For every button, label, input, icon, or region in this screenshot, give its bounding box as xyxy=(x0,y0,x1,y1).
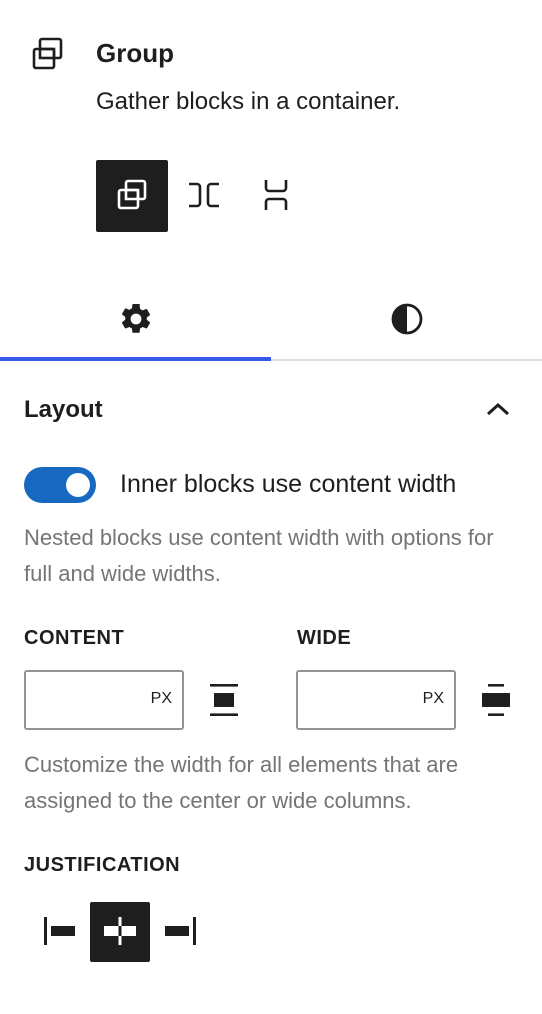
content-width-input[interactable] xyxy=(26,672,136,728)
justify-left-button[interactable] xyxy=(30,902,90,962)
content-width-field: PX xyxy=(24,670,184,730)
half-circle-icon xyxy=(389,301,425,340)
content-width-unit[interactable]: PX xyxy=(151,690,172,708)
tab-settings[interactable] xyxy=(0,280,271,360)
justify-left-icon xyxy=(42,913,78,952)
content-width-toggle[interactable] xyxy=(24,467,96,503)
stack-icon xyxy=(258,177,294,216)
content-width-label: CONTENT xyxy=(24,627,125,649)
wide-width-label: WIDE xyxy=(297,627,352,649)
justify-center-button[interactable] xyxy=(90,902,150,962)
justify-right-icon xyxy=(162,913,198,952)
active-tab-indicator xyxy=(0,357,271,361)
content-width-icon xyxy=(206,680,242,720)
wide-width-field: PX xyxy=(296,670,456,730)
justify-right-button[interactable] xyxy=(150,902,210,962)
group-icon xyxy=(30,36,66,72)
justification-label: JUSTIFICATION xyxy=(24,854,181,876)
content-width-toggle-label: Inner blocks use content width xyxy=(120,470,457,498)
content-width-help-text: Nested blocks use content width with opt… xyxy=(24,525,494,586)
layout-panel-title: Layout xyxy=(24,396,103,423)
block-title: Group xyxy=(96,38,174,68)
tab-styles[interactable] xyxy=(271,280,542,360)
group-icon xyxy=(114,177,150,216)
justify-center-icon xyxy=(102,913,138,952)
gear-icon xyxy=(118,301,154,340)
variation-stack-button[interactable] xyxy=(240,160,312,232)
toggle-knob xyxy=(66,473,90,497)
chevron-up-icon xyxy=(485,401,511,420)
row-icon xyxy=(186,177,222,216)
variation-row-button[interactable] xyxy=(168,160,240,232)
block-description: Gather blocks in a container. xyxy=(96,88,401,115)
wide-width-unit[interactable]: PX xyxy=(423,690,444,708)
variation-group-button[interactable] xyxy=(96,160,168,232)
wide-width-input[interactable] xyxy=(298,672,408,728)
layout-panel-collapse-button[interactable] xyxy=(478,392,518,428)
width-help-text: Customize the width for all elements tha… xyxy=(24,752,459,813)
wide-width-icon xyxy=(478,680,514,720)
